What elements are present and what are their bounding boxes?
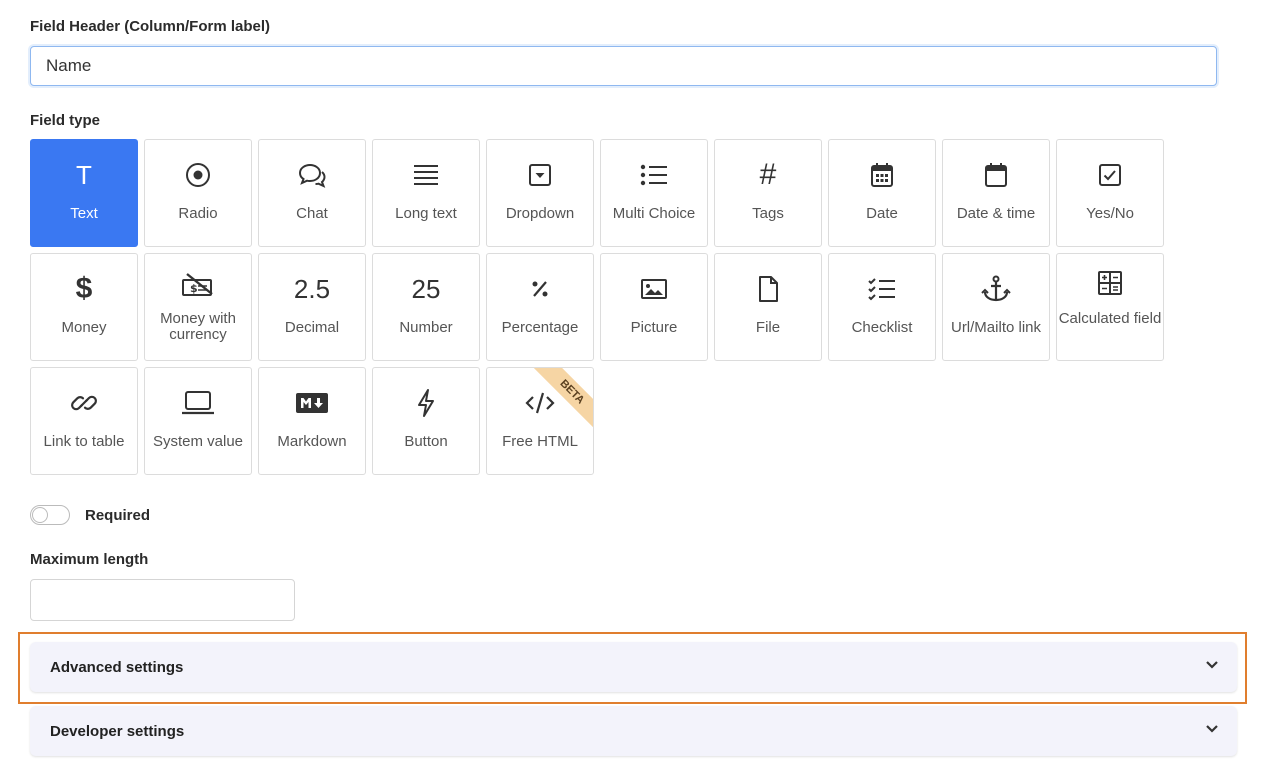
number-icon: 25	[373, 272, 479, 306]
tile-label: Checklist	[851, 319, 913, 336]
tile-label: Long text	[395, 205, 457, 222]
tile-label: Dropdown	[505, 205, 575, 222]
tile-label: Money	[61, 319, 107, 336]
field-type-checklist[interactable]: Checklist	[828, 253, 936, 361]
field-type-multi-choice[interactable]: Multi Choice	[600, 139, 708, 247]
tile-label: Number	[399, 319, 453, 336]
field-type-money-currency[interactable]: $ Money with currency	[144, 253, 252, 361]
tile-label: Markdown	[277, 433, 347, 450]
checklist-icon	[829, 272, 935, 306]
lightning-icon	[373, 386, 479, 420]
tile-label: Date	[866, 205, 898, 222]
radio-icon	[145, 158, 251, 192]
field-type-link-to-table[interactable]: Link to table	[30, 367, 138, 475]
money-currency-icon: $	[145, 268, 251, 302]
calculator-icon	[1057, 266, 1163, 300]
hash-icon: #	[759, 158, 777, 191]
developer-settings-panel[interactable]: Developer settings	[30, 706, 1237, 756]
field-header-label: Field Header (Column/Form label)	[30, 18, 271, 35]
tile-label: Button	[404, 433, 448, 450]
required-toggle[interactable]	[30, 505, 70, 525]
chevron-down-icon	[1205, 722, 1219, 741]
field-type-button[interactable]: Button	[372, 367, 480, 475]
field-header-input[interactable]	[30, 46, 1217, 86]
field-type-picture[interactable]: Picture	[600, 253, 708, 361]
tile-label: Date & time	[956, 205, 1036, 222]
field-type-number[interactable]: 25 Number	[372, 253, 480, 361]
percent-icon	[487, 272, 593, 306]
file-icon	[715, 272, 821, 306]
tile-label: System value	[152, 433, 244, 450]
tile-label: Text	[70, 205, 98, 222]
tile-label: Url/Mailto link	[950, 319, 1041, 336]
field-type-label: Field type	[30, 112, 101, 129]
field-type-free-html[interactable]: Free HTML BETA	[486, 367, 594, 475]
field-type-money[interactable]: $ Money	[30, 253, 138, 361]
dropdown-icon	[487, 158, 593, 192]
field-type-dropdown[interactable]: Dropdown	[486, 139, 594, 247]
field-type-yes-no[interactable]: Yes/No	[1056, 139, 1164, 247]
checkbox-icon	[1057, 158, 1163, 192]
field-type-date-time[interactable]: Date & time	[942, 139, 1050, 247]
developer-settings-title: Developer settings	[50, 723, 185, 740]
field-type-chat[interactable]: Chat	[258, 139, 366, 247]
field-type-radio[interactable]: Radio	[144, 139, 252, 247]
tile-label: Link to table	[43, 433, 125, 450]
decimal-icon: 2.5	[259, 272, 365, 306]
anchor-icon	[943, 272, 1049, 306]
markdown-icon	[259, 386, 365, 420]
required-label: Required	[85, 507, 151, 524]
calendar-icon	[829, 158, 935, 192]
tile-label: Picture	[630, 319, 678, 336]
link-icon	[31, 386, 137, 420]
calendar-time-icon	[943, 158, 1049, 192]
tile-label: Percentage	[501, 319, 579, 336]
picture-icon	[601, 272, 707, 306]
number-glyph: 25	[411, 273, 441, 304]
tile-label: Calculated field	[1058, 310, 1162, 327]
toggle-knob	[32, 507, 48, 523]
long-text-icon	[373, 158, 479, 192]
maximum-length-input[interactable]	[30, 579, 295, 621]
chevron-down-icon	[1205, 658, 1219, 677]
field-type-long-text[interactable]: Long text	[372, 139, 480, 247]
tile-label: Multi Choice	[612, 205, 696, 222]
tile-label: Yes/No	[1086, 205, 1134, 222]
field-type-decimal[interactable]: 2.5 Decimal	[258, 253, 366, 361]
field-type-url-link[interactable]: Url/Mailto link	[942, 253, 1050, 361]
field-type-text[interactable]: T Text	[30, 139, 138, 247]
text-icon: T	[76, 159, 92, 190]
tile-label: Chat	[296, 205, 328, 222]
tile-label: Decimal	[284, 319, 340, 336]
field-type-date[interactable]: Date	[828, 139, 936, 247]
chat-icon	[259, 158, 365, 192]
tile-label: Free HTML	[502, 433, 578, 450]
field-type-percentage[interactable]: Percentage	[486, 253, 594, 361]
tile-label: Radio	[178, 205, 218, 222]
tile-label: File	[755, 319, 781, 336]
dollar-icon: $	[75, 272, 93, 305]
field-type-system-value[interactable]: System value	[144, 367, 252, 475]
laptop-icon	[145, 386, 251, 420]
advanced-settings-panel[interactable]: Advanced settings	[30, 642, 1237, 692]
tile-label: Money with currency	[160, 310, 236, 343]
field-type-tags[interactable]: # Tags	[714, 139, 822, 247]
multi-choice-icon	[601, 158, 707, 192]
decimal-glyph: 2.5	[293, 273, 331, 304]
maximum-length-label: Maximum length	[30, 551, 149, 568]
svg-text:$: $	[190, 282, 198, 295]
tile-label: Tags	[752, 205, 784, 222]
advanced-settings-title: Advanced settings	[50, 659, 184, 676]
field-type-markdown[interactable]: Markdown	[258, 367, 366, 475]
field-type-file[interactable]: File	[714, 253, 822, 361]
field-type-calculated[interactable]: Calculated field	[1056, 253, 1164, 361]
field-type-grid: T Text Radio Chat Long text Dropdown Mul…	[30, 139, 1164, 475]
